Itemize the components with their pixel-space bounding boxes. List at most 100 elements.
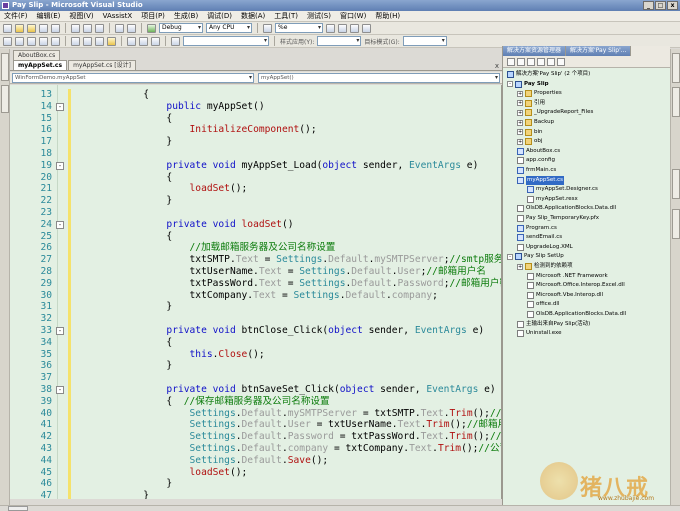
code-line[interactable]: 21 loadSet(); [10, 183, 501, 196]
tab-myappset-code[interactable]: myAppSet.cs [13, 60, 68, 70]
member-select[interactable]: myAppSet() [258, 73, 500, 83]
redo-icon[interactable] [127, 23, 136, 33]
tree-item[interactable]: + Properties [517, 89, 562, 98]
code-line[interactable]: 41 Settings.Default.User = txtUserName.T… [10, 419, 501, 432]
expand-icon[interactable]: + [517, 100, 523, 107]
code-line[interactable]: 27 txtSMTP.Text = Settings.Default.mySMT… [10, 254, 501, 266]
bookmark-icon[interactable] [71, 36, 80, 46]
toolbox-tab[interactable] [1, 85, 9, 113]
code-line[interactable]: 26 //加载邮箱服务器及公司名称设置 [10, 242, 501, 255]
code-line[interactable]: 42 Settings.Default.Password = txtPassWo… [10, 431, 501, 443]
collapse-icon[interactable]: - [56, 327, 64, 335]
menu-window[interactable]: 窗口(W) [340, 11, 366, 21]
html-block-icon[interactable] [139, 36, 148, 46]
menu-edit[interactable]: 编辑(E) [37, 11, 61, 21]
tree-item[interactable]: app.config [517, 156, 555, 165]
tree-item[interactable]: Program.cs [517, 224, 557, 233]
data-sources-tab[interactable] [672, 209, 680, 239]
save-all-icon[interactable] [51, 23, 60, 33]
tab-aboutbox[interactable]: AboutBox.cs [13, 50, 61, 60]
code-line[interactable]: 35 this.Close(); [10, 348, 501, 361]
comment-icon[interactable] [39, 36, 48, 46]
code-editor[interactable]: 13 {14- public myAppSet() 15 {16 Initiali… [10, 85, 502, 499]
expand-icon[interactable]: + [517, 90, 523, 97]
tree-item[interactable]: OlsDB.ApplicationBlocks.Data.dll [527, 310, 626, 319]
collapse-icon[interactable]: - [56, 102, 64, 111]
code-line[interactable]: 18 [10, 148, 501, 160]
find-in-files-icon[interactable] [326, 23, 335, 33]
tree-item[interactable]: + bin [517, 128, 543, 137]
tree-item[interactable]: frmMain.cs [517, 166, 556, 175]
expand-icon[interactable]: + [517, 138, 523, 145]
tree-item[interactable]: Microsoft.Office.Interop.Excel.dll [527, 281, 625, 290]
code-line[interactable]: 31 } [10, 301, 501, 314]
format-icon[interactable] [3, 36, 12, 46]
start-debug-icon[interactable] [147, 23, 156, 33]
code-line[interactable]: 34 { [10, 336, 501, 349]
code-line[interactable]: 25 { [10, 230, 501, 243]
clear-bookmarks-icon[interactable] [107, 36, 116, 46]
tree-item[interactable]: UpgradeLog.XML [517, 243, 573, 252]
menu-project[interactable]: 项目(P) [141, 11, 165, 21]
code-line[interactable]: 15 { [10, 112, 501, 125]
tree-item[interactable]: myAppSet.Designer.cs [527, 185, 598, 194]
menu-build[interactable]: 生成(B) [174, 11, 198, 21]
cut-icon[interactable] [71, 23, 80, 33]
collapse-icon[interactable]: - [56, 386, 64, 394]
close-button[interactable]: x [667, 1, 678, 10]
tree-item[interactable]: + 引用 [517, 99, 545, 108]
view-designer-icon[interactable] [547, 57, 555, 66]
code-line[interactable]: 44 Settings.Default.Save(); [10, 454, 501, 467]
tree-item[interactable]: Microsoft .NET Framework [527, 272, 608, 281]
next-bookmark-icon[interactable] [95, 36, 104, 46]
find-combo[interactable]: %e [275, 23, 323, 33]
status-tab[interactable] [8, 506, 28, 511]
tree-item[interactable]: + obj [517, 137, 542, 146]
tree-item[interactable]: Microsoft.Vbe.Interop.dll [527, 291, 603, 300]
vassist-combo[interactable] [183, 36, 269, 46]
code-line[interactable]: 47 } [10, 490, 501, 499]
save-icon[interactable] [39, 23, 48, 33]
tree-item[interactable]: office.dll [527, 300, 559, 309]
class-view-tab[interactable] [672, 53, 680, 83]
code-line[interactable]: 36 } [10, 360, 501, 373]
class-diagram-icon[interactable] [557, 57, 565, 66]
tree-item[interactable]: + _UpgradeReport_Files [517, 108, 593, 117]
solution-explorer-tab[interactable]: 解决方案资源管理器 [503, 46, 567, 56]
open-file-icon[interactable] [27, 23, 36, 33]
copy-icon[interactable] [83, 23, 92, 33]
menu-file[interactable]: 文件(F) [4, 11, 28, 21]
tree-item[interactable]: - Pay Slip SetUp [507, 252, 564, 261]
solution-platform-select[interactable]: Any CPU [206, 23, 252, 33]
expand-icon[interactable]: - [507, 253, 513, 260]
solution-tab[interactable]: 解决方案'Pay Slip'... [566, 46, 632, 56]
code-line[interactable]: 39 { //保存邮箱服务器及公司名称设置 [10, 395, 501, 408]
code-line[interactable]: 13 { [10, 89, 501, 101]
code-line[interactable]: 45 loadSet(); [10, 466, 501, 479]
tree-item[interactable]: myAppSet.resx [527, 195, 578, 204]
collapse-icon[interactable]: - [56, 220, 64, 229]
tree-item[interactable]: AboutBox.cs [517, 147, 560, 156]
find-icon[interactable] [263, 23, 272, 33]
properties-tab[interactable] [672, 87, 680, 117]
properties-icon[interactable] [507, 57, 515, 66]
prev-bookmark-icon[interactable] [83, 36, 92, 46]
indent-icon[interactable] [15, 36, 24, 46]
maximize-button[interactable]: □ [655, 1, 666, 10]
code-line[interactable]: 14- public myAppSet() [10, 100, 501, 113]
tree-item[interactable]: Uninstall.exe [517, 329, 561, 338]
tree-item[interactable]: myAppSet.cs [517, 175, 565, 185]
expand-icon[interactable]: + [517, 119, 523, 126]
menu-view[interactable]: 视图(V) [69, 11, 93, 21]
code-line[interactable]: 28 txtUserName.Text = Settings.Default.U… [10, 266, 501, 278]
refresh-icon[interactable] [527, 57, 535, 66]
tree-item[interactable]: 主输出来自Pay Slip(活动) [517, 320, 590, 329]
collapse-icon[interactable]: - [56, 161, 64, 170]
tree-item[interactable]: + Backup [517, 118, 554, 127]
code-line[interactable]: 38- private void btnSaveSet_Click(object… [10, 384, 501, 396]
menu-vassistx[interactable]: VAssistX [103, 12, 133, 20]
server-explorer-tab[interactable] [1, 53, 9, 81]
code-line[interactable]: 43 Settings.Default.company = txtCompany… [10, 443, 501, 455]
undo-icon[interactable] [115, 23, 124, 33]
tree-item[interactable]: 解决方案'Pay Slip' (2 个项目) [507, 70, 590, 79]
